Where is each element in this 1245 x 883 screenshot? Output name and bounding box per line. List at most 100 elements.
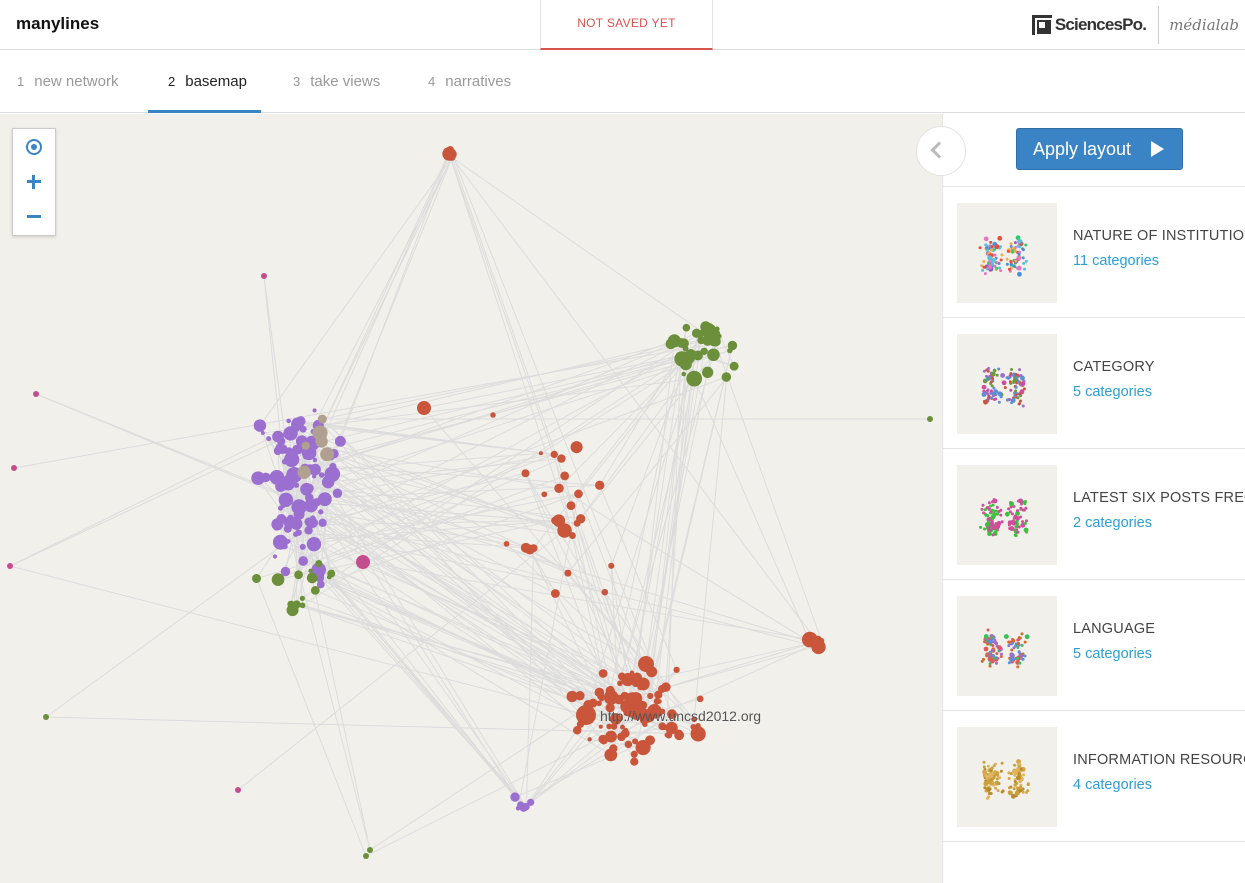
- thumbnail-node: [985, 248, 989, 252]
- thumbnail-node: [985, 796, 989, 800]
- category-item[interactable]: CATEGORY 5 categories: [943, 318, 1245, 449]
- thumbnail-node: [994, 522, 998, 526]
- thumbnail-node: [1019, 373, 1023, 377]
- graph-node: [523, 803, 530, 810]
- thumbnail-node: [995, 505, 999, 509]
- graph-node: [253, 419, 267, 432]
- tab-narratives[interactable]: 4 narratives: [428, 51, 511, 113]
- thumbnail-node: [1015, 775, 1021, 781]
- graph-node: [595, 480, 605, 490]
- apply-layout-button[interactable]: Apply layout: [1016, 128, 1183, 170]
- graph-edge: [332, 465, 600, 486]
- logo-divider: [1158, 6, 1160, 44]
- thumbnail-node: [1003, 634, 1009, 639]
- graph-edge: [313, 493, 579, 545]
- graph-node: [292, 454, 299, 462]
- tab-take-views[interactable]: 3 take views: [293, 51, 380, 113]
- graph-node: [658, 685, 666, 693]
- thumbnail-node: [1013, 783, 1017, 787]
- graph-node: [261, 273, 267, 279]
- thumbnail-node: [1023, 521, 1027, 525]
- save-status[interactable]: NOT SAVED YET: [540, 0, 713, 50]
- thumbnail-node: [1013, 249, 1017, 253]
- category-item[interactable]: LATEST SIX POSTS FREQUENCY 2 categories: [943, 449, 1245, 580]
- thumbnail-node: [1015, 509, 1019, 513]
- thumbnail-node: [1008, 374, 1012, 378]
- graph-node: [557, 523, 572, 538]
- category-count-link[interactable]: 5 categories: [1073, 384, 1152, 400]
- thumbnail-node: [1016, 244, 1020, 248]
- thumbnail-node: [991, 649, 995, 653]
- graph-node: [272, 430, 284, 443]
- graph-edge: [13, 348, 686, 469]
- graph-edge: [302, 157, 453, 447]
- thumbnail-node: [990, 258, 996, 263]
- thumbnail-node: [987, 501, 991, 505]
- category-item[interactable]: LANGUAGE 5 categories: [943, 580, 1245, 711]
- category-item[interactable]: INFORMATION RESOURCES 4 categories: [943, 711, 1245, 842]
- category-count-link[interactable]: 11 categories: [1073, 253, 1159, 269]
- graph-node: [33, 391, 39, 397]
- thumbnail-node: [1020, 381, 1026, 387]
- thumbnail-node: [1021, 790, 1025, 794]
- zoom-in-button[interactable]: [13, 164, 55, 199]
- graph-node: [617, 680, 623, 687]
- step-tabs: 1 new network 2 basemap 3 take views 4 narra…: [0, 51, 1245, 113]
- thumbnail-node: [982, 760, 986, 764]
- category-count-link[interactable]: 5 categories: [1073, 646, 1152, 662]
- thumbnail-node: [986, 764, 990, 768]
- thumbnail-node: [983, 236, 989, 242]
- thumbnail-node: [983, 527, 987, 531]
- graph-node: [574, 489, 583, 499]
- thumbnail-node: [981, 268, 985, 272]
- sciencespo-logo[interactable]: SciencesPo.: [1031, 15, 1147, 36]
- graph-node: [594, 687, 605, 698]
- graph-node: [285, 538, 291, 544]
- graph-node: [605, 730, 617, 743]
- category-title: LANGUAGE: [1073, 621, 1156, 637]
- thumbnail-node: [1013, 241, 1017, 245]
- sciencespo-wordmark: SciencesPo.: [1054, 15, 1147, 34]
- graph-edge: [642, 357, 690, 684]
- graph-node: [520, 542, 531, 553]
- thumbnail-node: [1014, 389, 1018, 393]
- thumbnail-node: [1016, 396, 1020, 400]
- tab-new-network[interactable]: 1 new network: [17, 51, 118, 113]
- category-item[interactable]: NATURE OF INSTITUTION 11 categories: [943, 187, 1245, 318]
- graph-node: [557, 454, 566, 463]
- graph-node: [299, 425, 307, 433]
- thumbnail-node: [995, 266, 999, 270]
- tab-basemap[interactable]: 2 basemap: [148, 51, 261, 113]
- thumbnail-node: [1003, 386, 1007, 390]
- category-count-link[interactable]: 4 categories: [1073, 777, 1152, 793]
- graph-edge: [423, 407, 653, 673]
- thumbnail-node: [1023, 654, 1027, 658]
- thumbnail-node: [981, 384, 987, 390]
- thumbnail-node: [991, 500, 995, 504]
- graph-node: [318, 518, 327, 527]
- collapse-panel-button[interactable]: [916, 126, 966, 176]
- graph-node: [712, 329, 721, 338]
- thumbnail-node: [1024, 791, 1028, 795]
- graph-node: [724, 375, 730, 381]
- thumbnail-node: [989, 248, 993, 252]
- graph-node: [295, 529, 302, 536]
- thumbnail-node: [1017, 772, 1021, 776]
- zoom-out-button[interactable]: [13, 199, 55, 234]
- thumbnail-node: [987, 255, 992, 260]
- thumbnail-node: [1007, 661, 1011, 665]
- recenter-button[interactable]: [13, 129, 55, 164]
- medialab-logo[interactable]: médialab: [1169, 16, 1239, 34]
- graph-node: [299, 595, 305, 601]
- thumbnail-node: [989, 791, 993, 795]
- thumbnail-node: [982, 511, 986, 515]
- graph-node: [679, 358, 692, 371]
- graph-node: [292, 600, 301, 609]
- network-graph[interactable]: http://www.uncsd2012.org: [0, 114, 942, 883]
- graph-node: [310, 585, 320, 595]
- thumbnail-node: [993, 368, 997, 372]
- thumbnail-node: [1013, 769, 1018, 775]
- thumbnail-node: [991, 525, 997, 531]
- category-count-link[interactable]: 2 categories: [1073, 515, 1152, 531]
- network-map[interactable]: http://www.uncsd2012.org: [0, 114, 942, 883]
